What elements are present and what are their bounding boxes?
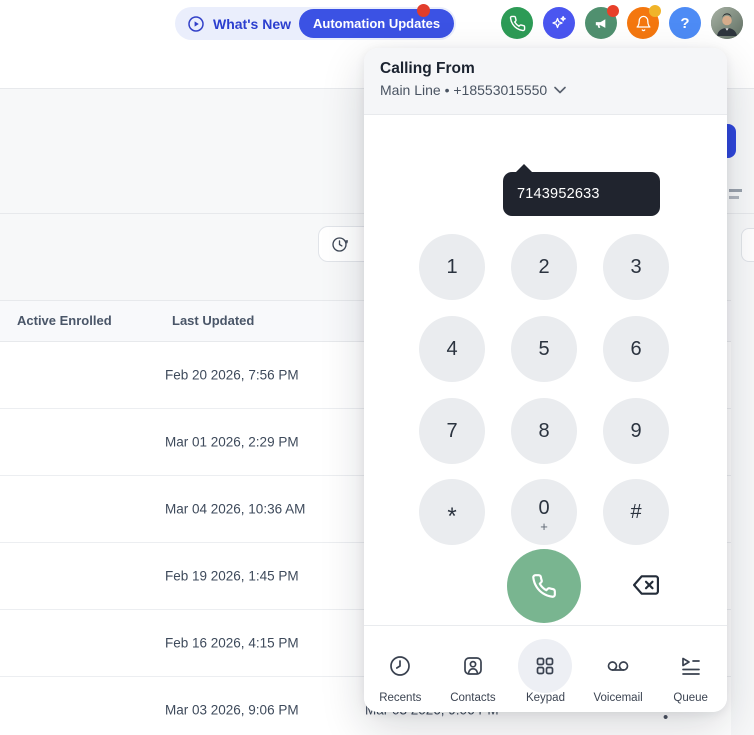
last-updated-cell: Feb 16 2026, 4:15 PM [165, 635, 299, 651]
announcements-button[interactable] [585, 5, 619, 39]
last-updated-cell: Mar 03 2026, 9:06 PM [165, 702, 299, 718]
key-6[interactable]: 6 [603, 316, 669, 382]
key-star[interactable]: * [419, 479, 485, 545]
tab-keypad[interactable]: Keypad [509, 626, 582, 712]
call-button[interactable] [507, 549, 581, 623]
key-7[interactable]: 7 [419, 398, 485, 464]
phone-button[interactable] [501, 7, 533, 39]
column-header-active-enrolled: Active Enrolled [17, 313, 112, 328]
notifications-button[interactable] [627, 5, 661, 39]
chevron-down-icon [554, 86, 567, 94]
key-hash[interactable]: # [603, 479, 669, 545]
sparkles-icon [552, 15, 566, 29]
history-clock-icon [332, 236, 348, 252]
key-3[interactable]: 3 [603, 234, 669, 300]
text-fragment [729, 196, 739, 199]
dialer-nav: Recents Contacts Keypad Voicemail Queue [364, 626, 727, 712]
toolbar-button-fragment[interactable] [741, 228, 754, 262]
tab-queue[interactable]: Queue [654, 626, 727, 712]
calling-from-title: Calling From [380, 60, 475, 77]
avatar[interactable] [711, 7, 743, 39]
whats-new-button[interactable]: What's New Automation Updates [175, 7, 457, 40]
key-5[interactable]: 5 [511, 316, 577, 382]
tab-label: Voicemail [593, 692, 643, 704]
line-selector[interactable]: Main Line • +18553015550 [380, 82, 711, 98]
megaphone-icon [595, 18, 605, 28]
call-phone-icon [532, 574, 556, 598]
keypad-grid-icon [537, 657, 554, 675]
last-updated-cell: Feb 20 2026, 7:56 PM [165, 367, 299, 383]
key-9[interactable]: 9 [603, 398, 669, 464]
tab-label: Contacts [450, 692, 496, 704]
whats-new-icon [188, 15, 204, 32]
tab-contacts[interactable]: Contacts [437, 626, 510, 712]
tab-recents[interactable]: Recents [364, 626, 437, 712]
bell-icon [635, 15, 651, 31]
automation-updates-badge[interactable]: Automation Updates [299, 9, 455, 38]
last-updated-cell: Feb 19 2026, 1:45 PM [165, 568, 299, 584]
backspace-icon [633, 575, 659, 595]
backspace-button[interactable] [631, 572, 661, 598]
queue-icon [681, 657, 700, 675]
key-4[interactable]: 4 [419, 316, 485, 382]
dialer-panel: Calling From Main Line • +18553015550 71… [364, 48, 727, 712]
help-button[interactable]: ? [669, 7, 701, 39]
tab-label: Keypad [525, 692, 565, 704]
tab-label: Queue [673, 692, 708, 704]
avatar-image [711, 7, 743, 39]
key-1[interactable]: 1 [419, 234, 485, 300]
column-header-last-updated: Last Updated [172, 313, 255, 328]
phone-icon [509, 15, 525, 31]
text-fragment [729, 189, 742, 192]
tab-voicemail[interactable]: Voicemail [582, 626, 655, 712]
contact-card-icon [464, 657, 482, 675]
last-updated-cell: Mar 01 2026, 2:29 PM [165, 434, 299, 450]
ai-sparkles-button[interactable] [543, 7, 575, 39]
tab-label: Recents [379, 692, 422, 704]
notifications-alert-dot [649, 5, 661, 17]
voicemail-icon [607, 661, 629, 671]
top-icon-row: ? [501, 5, 743, 39]
last-updated-cell: Mar 04 2026, 10:36 AM [165, 501, 306, 517]
whats-new-label: What's New [213, 15, 292, 32]
question-mark-icon: ? [680, 14, 690, 32]
dialed-number-tooltip: 7143952633 [503, 164, 660, 216]
app-screen: What's New Automation Updates ? Active E… [0, 0, 754, 735]
key-2[interactable]: 2 [511, 234, 577, 300]
clock-icon [390, 656, 411, 676]
notification-dot [417, 4, 430, 17]
key-0[interactable]: 0 + [511, 479, 577, 545]
announcements-alert-dot [607, 5, 619, 17]
key-8[interactable]: 8 [511, 398, 577, 464]
line-selector-value: Main Line • +18553015550 [380, 82, 548, 98]
dialer-header: Calling From Main Line • +18553015550 [364, 48, 727, 115]
